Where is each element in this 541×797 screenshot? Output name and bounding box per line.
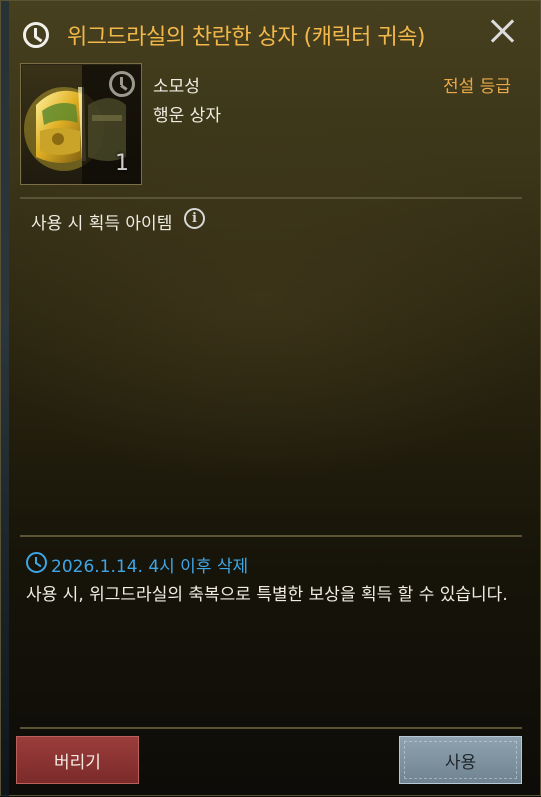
use-button-label: 사용 bbox=[444, 752, 477, 773]
item-title: 위그드라실의 찬란한 상자 (캐릭터 귀속) bbox=[67, 25, 425, 50]
item-type: 행운 상자 bbox=[153, 106, 221, 126]
contents-label: 사용 시 획득 아이템 bbox=[31, 214, 173, 234]
item-tooltip-panel: 위그드라실의 찬란한 상자 (캐릭터 귀속) 1 소모성 행운 상자 전설 등급… bbox=[0, 0, 541, 797]
expiry-text: 2026.1.14. 4시 이후 삭제 bbox=[51, 557, 249, 577]
item-grade: 전설 등급 bbox=[443, 77, 511, 97]
clock-icon bbox=[109, 71, 135, 97]
tooltip-header: 위그드라실의 찬란한 상자 (캐릭터 귀속) bbox=[1, 1, 541, 63]
clock-icon bbox=[26, 552, 47, 573]
clock-icon bbox=[23, 22, 49, 48]
discard-button[interactable]: 버리기 bbox=[16, 736, 139, 784]
use-button[interactable]: 사용 bbox=[399, 736, 522, 784]
divider bbox=[20, 535, 522, 537]
background-edge bbox=[1, 1, 9, 797]
divider bbox=[20, 727, 522, 729]
close-icon[interactable] bbox=[489, 17, 517, 45]
item-count: 1 bbox=[115, 151, 129, 176]
info-icon[interactable]: i bbox=[184, 208, 205, 229]
item-category: 소모성 bbox=[153, 77, 200, 97]
divider bbox=[20, 197, 522, 199]
item-description: 사용 시, 위그드라실의 축복으로 특별한 보상을 획득 할 수 있습니다. bbox=[26, 585, 508, 605]
